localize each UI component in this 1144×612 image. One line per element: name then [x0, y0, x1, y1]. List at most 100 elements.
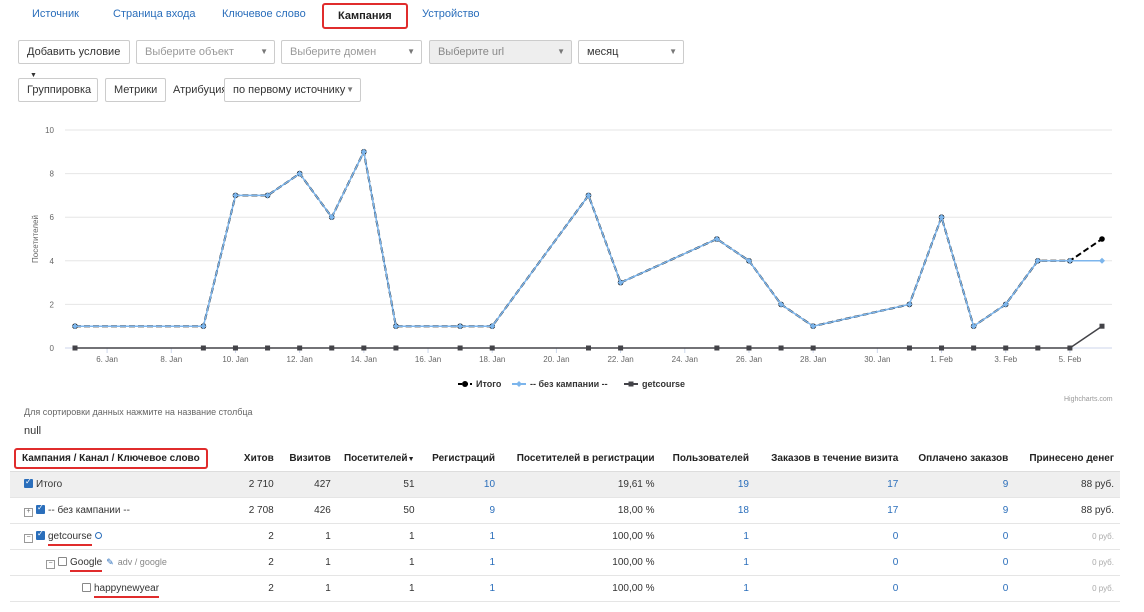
col-orders-in-visit[interactable]: Заказов в течение визита [754, 445, 905, 472]
object-select[interactable]: Выберите объект ▼ [136, 40, 275, 64]
col-registrations[interactable]: Регистраций [420, 445, 502, 472]
add-condition-label: Добавить условие [27, 46, 121, 58]
col-visitors[interactable]: Посетителей▼ [336, 445, 421, 472]
x-tick-label: 12. Jan [287, 355, 313, 364]
tab-campaign[interactable]: Кампания [322, 3, 408, 29]
data-point [1099, 236, 1105, 242]
grouping-button[interactable]: Группировка [18, 78, 98, 102]
data-point [810, 345, 816, 351]
expand-icon[interactable]: + [24, 507, 33, 517]
data-point [938, 214, 945, 221]
collapse-icon[interactable]: − [24, 533, 33, 543]
caret-down-icon: ▼ [260, 47, 268, 56]
settings-icon[interactable] [94, 531, 102, 539]
col-visits[interactable]: Визитов [279, 445, 337, 472]
object-select-placeholder: Выберите объект [145, 46, 234, 58]
add-condition-button[interactable]: Добавить условие ▼ [18, 40, 130, 79]
checkbox[interactable] [58, 556, 67, 566]
tab-device[interactable]: Устройство [422, 8, 480, 20]
legend-label: -- без кампании -- [530, 379, 608, 389]
legend-marker [462, 381, 468, 387]
data-point [265, 345, 271, 351]
null-text: null [24, 425, 42, 437]
sort-hint: Для сортировки данных нажмите на названи… [24, 407, 253, 417]
domain-select[interactable]: Выберите домен ▼ [281, 40, 422, 64]
data-point [232, 192, 239, 199]
data-point [1099, 257, 1105, 264]
x-tick-label: 10. Jan [222, 355, 248, 364]
tab-source[interactable]: Источник [32, 8, 79, 20]
col-revenue[interactable]: Принесено денег [1014, 445, 1120, 472]
y-tick-label: 6 [50, 213, 55, 222]
sort-desc-icon: ▼ [407, 455, 415, 463]
period-select-value: месяц [587, 46, 619, 58]
legend-marker [628, 381, 634, 387]
legend-marker [516, 381, 522, 387]
data-point [906, 301, 913, 308]
x-tick-label: 30. Jan [864, 355, 890, 364]
data-point [232, 345, 238, 351]
y-tick-label: 4 [50, 257, 55, 266]
url-select[interactable]: Выберите url ▼ [429, 40, 572, 64]
table-header-row: Кампания / Канал / Ключевое слово Хитов … [10, 445, 1120, 472]
data-point [393, 345, 399, 351]
x-tick-label: 14. Jan [351, 355, 377, 364]
tab-keyword[interactable]: Ключевое слово [222, 8, 306, 20]
data-point [457, 323, 464, 330]
col-hits[interactable]: Хитов [226, 445, 280, 472]
metrics-button[interactable]: Метрики [105, 78, 166, 102]
y-tick-label: 10 [45, 126, 54, 135]
y-tick-label: 8 [50, 170, 55, 179]
checkbox[interactable] [24, 477, 33, 488]
x-tick-label: 22. Jan [607, 355, 633, 364]
checkbox[interactable] [82, 583, 91, 592]
x-tick-label: 1. Feb [930, 355, 953, 364]
tab-landing-page[interactable]: Страница входа [113, 8, 196, 20]
checkbox[interactable] [36, 529, 45, 540]
data-point [1035, 345, 1041, 351]
report-table: Кампания / Канал / Ключевое слово Хитов … [10, 445, 1120, 602]
series-line-1 [75, 149, 1102, 328]
data-point [714, 345, 720, 351]
col-visitor-registrations[interactable]: Посетителей в регистрации [501, 445, 661, 472]
data-point [617, 279, 624, 286]
period-select[interactable]: месяц ▼ [578, 40, 684, 64]
x-tick-label: 5. Feb [1059, 355, 1082, 364]
highcharts-credits[interactable]: Highcharts.com [1064, 396, 1113, 403]
data-point [746, 345, 752, 351]
data-point [297, 345, 303, 351]
attribution-select-value: по первому источнику [233, 84, 346, 96]
table-row: − Google ✎ adv / google 2 1 1 1 100,00 % 1 … [10, 549, 1120, 576]
data-point [1003, 345, 1009, 351]
caret-down-icon: ▼ [346, 85, 354, 94]
col-users[interactable]: Пользователей [660, 445, 755, 472]
legend-label: getcourse [642, 379, 685, 389]
x-tick-label: 18. Jan [479, 355, 505, 364]
data-point [489, 345, 495, 351]
data-point [361, 345, 367, 351]
caret-down-icon: ▼ [669, 47, 677, 56]
data-point [329, 345, 335, 351]
series-line-2 [75, 325, 1103, 349]
y-axis-title: Посетителей [31, 215, 40, 263]
data-point [586, 345, 591, 351]
caret-down-icon: ▼ [407, 47, 415, 56]
data-point [618, 345, 624, 351]
x-tick-label: 3. Feb [994, 355, 1017, 364]
col-campaign[interactable]: Кампания / Канал / Ключевое слово [10, 445, 227, 472]
attribution-select[interactable]: по первому источнику ▼ [224, 78, 361, 102]
y-tick-label: 2 [50, 300, 55, 309]
row-name-cell: happynewyear [10, 575, 227, 602]
legend-label: Итого [476, 379, 502, 389]
col-paid-orders[interactable]: Оплачено заказов [904, 445, 1015, 472]
data-point [200, 323, 207, 330]
collapse-icon[interactable]: − [46, 559, 55, 569]
url-select-placeholder: Выберите url [438, 46, 505, 58]
data-point [778, 345, 784, 351]
checkbox[interactable] [36, 503, 45, 514]
table-row: −getcourse 2 1 1 1 100,00 % 1 0 0 0 руб. [10, 523, 1120, 550]
domain-select-placeholder: Выберите домен [290, 46, 377, 58]
edit-icon[interactable]: ✎ [106, 557, 114, 567]
data-point [72, 345, 78, 351]
x-tick-label: 26. Jan [736, 355, 762, 364]
